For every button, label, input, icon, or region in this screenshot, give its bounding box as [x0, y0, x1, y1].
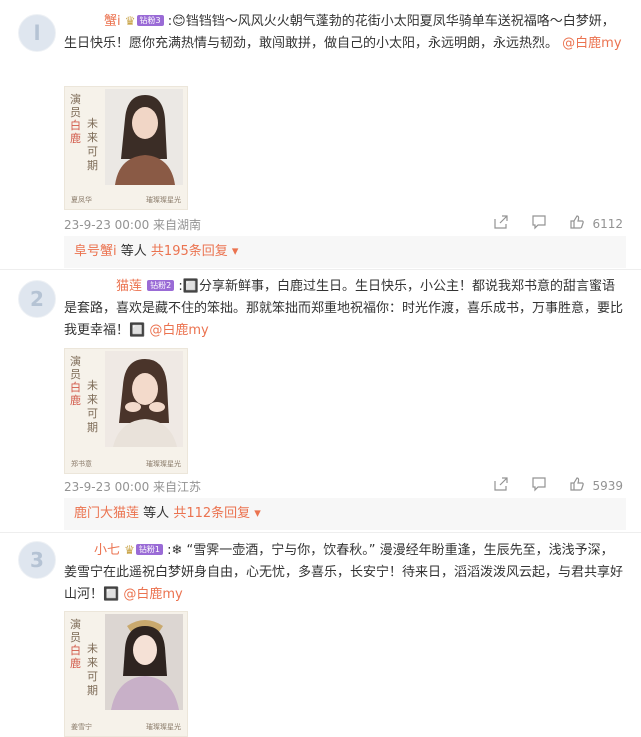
- poster-brand: 璀璨璨星光: [146, 196, 181, 204]
- user-avatar[interactable]: 2: [18, 280, 56, 318]
- crown-icon: ♛: [124, 543, 135, 557]
- user-avatar[interactable]: l: [18, 14, 56, 52]
- poster-role: 夏凤华: [71, 196, 92, 204]
- comment-icon[interactable]: [531, 476, 547, 495]
- like-count: 5939: [592, 478, 623, 493]
- share-icon[interactable]: [493, 476, 509, 495]
- portrait-photo: [105, 614, 183, 710]
- reply-user[interactable]: 鹿门大猫莲: [74, 506, 139, 521]
- poster-title: 演员 白鹿: [70, 93, 81, 145]
- reply-count-link[interactable]: 共112条回复: [173, 506, 250, 521]
- reply-separator: 等人: [120, 244, 147, 259]
- mention-link[interactable]: @白鹿my: [123, 587, 182, 602]
- reply-summary[interactable]: 阜号蟹i 等人 共195条回复 ▾: [64, 236, 626, 268]
- poster-role: 郑书意: [71, 460, 92, 468]
- poster-slogan: 未来可期: [87, 117, 98, 172]
- avatar-initial: 3: [30, 548, 44, 572]
- mention-link[interactable]: @白鹿my: [149, 323, 208, 338]
- portrait-photo: [105, 89, 183, 185]
- comment-image[interactable]: 演员 白鹿 未来可期 郑书意 璀璨璨星光: [64, 348, 188, 474]
- like-icon[interactable]: [569, 476, 585, 495]
- comment-text: 蟹i ♛ 钻粉3 :😊铛铛铛～风风火火朝气蓬勃的花街小太阳夏凤华骑单车送祝福咯～白…: [64, 10, 626, 55]
- fan-badge[interactable]: 钻粉1: [135, 544, 164, 555]
- poster-brand: 璀璨璨星光: [146, 723, 181, 731]
- comment-1: l 蟹i ♛ 钻粉3 :😊铛铛铛～风风火火朝气蓬勃的花街小太阳夏凤华骑单车送祝福咯…: [0, 0, 641, 268]
- reply-summary[interactable]: 鹿门大猫莲 等人 共112条回复 ▾: [64, 498, 626, 530]
- fan-badge[interactable]: 钻粉3: [136, 15, 164, 26]
- portrait-photo: [105, 351, 183, 447]
- comment-text: 猫莲 钻粉2 :🔲分享新鲜事，白鹿过生日。生日快乐，小公主！都说我郑书意的甜言蜜…: [64, 276, 626, 342]
- username[interactable]: 猫莲: [64, 276, 142, 298]
- comment-icon[interactable]: [531, 214, 547, 233]
- avatar-initial: l: [33, 21, 41, 45]
- user-avatar[interactable]: 3: [18, 541, 56, 579]
- poster-title: 演员 白鹿: [70, 355, 81, 407]
- share-icon[interactable]: [493, 214, 509, 233]
- username[interactable]: 小七: [64, 540, 120, 562]
- poster-slogan: 未来可期: [87, 379, 98, 434]
- poster-role: 姜雪宁: [71, 723, 92, 731]
- comment-image[interactable]: 演员 白鹿 未来可期 夏凤华 璀璨璨星光: [64, 86, 188, 210]
- chevron-down-icon[interactable]: ▾: [232, 244, 239, 259]
- avatar-initial: 2: [30, 287, 44, 311]
- comment-image[interactable]: 演员 白鹿 未来可期 姜雪宁 璀璨璨星光: [64, 611, 188, 737]
- reply-separator: 等人: [143, 506, 170, 521]
- crown-icon: ♛: [124, 14, 136, 28]
- comment-actions: 6112: [475, 214, 623, 233]
- poster-title: 演员 白鹿: [70, 618, 81, 670]
- fan-badge[interactable]: 钻粉2: [147, 280, 175, 291]
- chevron-down-icon[interactable]: ▾: [254, 506, 261, 521]
- comment-text: 小七 ♛ 钻粉1 :❄ “雪霁一壶酒，宁与你，饮春秋。” 漫漫经年盼重逢，生辰先至…: [64, 539, 626, 606]
- mention-link[interactable]: @白鹿my: [562, 36, 621, 51]
- reply-user[interactable]: 阜号蟹i: [74, 244, 117, 259]
- comment-time: 23-9-23 00:00 来自江苏: [64, 480, 202, 494]
- reply-count-link[interactable]: 共195条回复: [151, 244, 228, 259]
- poster-brand: 璀璨璨星光: [146, 460, 181, 468]
- comment-2: 2 猫莲 钻粉2 :🔲分享新鲜事，白鹿过生日。生日快乐，小公主！都说我郑书意的甜…: [0, 270, 641, 530]
- like-count: 6112: [592, 216, 623, 231]
- comment-3: 3 小七 ♛ 钻粉1 :❄ “雪霁一壶酒，宁与你，饮春秋。” 漫漫经年盼重逢，生辰…: [0, 533, 641, 737]
- poster-slogan: 未来可期: [87, 642, 98, 697]
- like-icon[interactable]: [569, 214, 585, 233]
- username[interactable]: 蟹i: [64, 11, 121, 33]
- comment-time: 23-9-23 00:00 来自湖南: [64, 218, 202, 232]
- comment-actions: 5939: [475, 476, 623, 495]
